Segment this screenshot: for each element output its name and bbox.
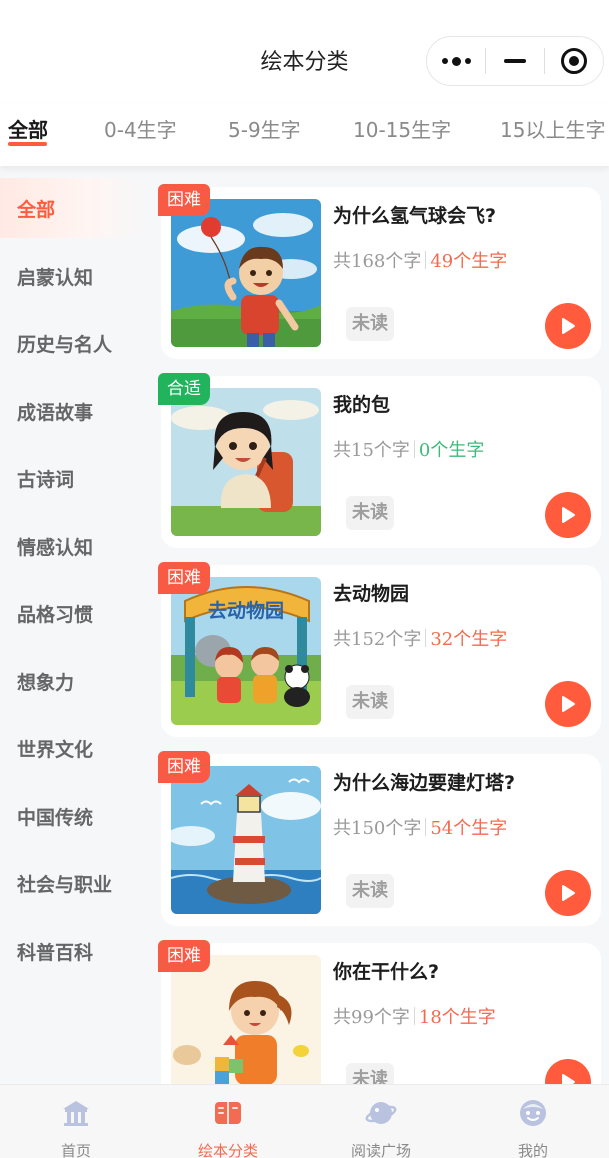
nav-home-label: 首页	[60, 1142, 91, 1158]
nav-book-category-label: 绘本分类	[197, 1142, 258, 1158]
tab-5-9[interactable]: 5-9生字	[228, 114, 301, 143]
play-icon	[562, 507, 575, 523]
book-title: 你在干什么?	[333, 961, 440, 983]
tab-0-4[interactable]: 0-4生字	[104, 114, 177, 143]
total-chars: 共168个字	[333, 251, 422, 272]
play-icon	[562, 696, 575, 712]
new-words-count: 18个生字	[418, 1007, 496, 1028]
total-chars: 共150个字	[333, 818, 422, 839]
word-stats: 共152个字 32个生字	[333, 625, 507, 651]
sidebar-item-society[interactable]: 社会与职业	[0, 853, 148, 913]
filter-tabs: 全部 0-4生字 5-9生字 10-15生字 15以上生字	[0, 104, 609, 166]
total-chars: 共152个字	[333, 629, 422, 650]
read-status-badge: 未读	[346, 685, 394, 719]
book-card[interactable]: 去动物园 困难 去动物园 共152个字 32个生字 未读	[158, 562, 601, 737]
sidebar-item-enlightenment[interactable]: 启蒙认知	[0, 246, 148, 306]
close-target-icon	[561, 48, 587, 74]
minimize-icon	[504, 59, 526, 63]
nav-profile[interactable]: 我的	[457, 1085, 609, 1158]
nav-home[interactable]: 首页	[0, 1085, 152, 1158]
difficulty-badge: 困难	[158, 940, 210, 972]
book-card[interactable]: 合适 我的包 共15个字 0个生字 未读	[158, 373, 601, 548]
book-cover: 去动物园	[171, 577, 321, 725]
new-words-count: 0个生字	[418, 440, 485, 461]
word-stats: 共15个字 0个生字	[333, 436, 484, 462]
face-icon	[520, 1100, 546, 1126]
book-cover	[171, 955, 321, 1084]
book-card[interactable]: 困难 为什么氢气球会飞? 共168个字 49个生字 未读	[158, 184, 601, 359]
book-cover	[171, 766, 321, 914]
play-icon	[562, 1074, 575, 1084]
close-button[interactable]	[545, 37, 603, 85]
stats-divider	[413, 1007, 415, 1025]
word-stats: 共168个字 49个生字	[333, 247, 507, 273]
book-list: 困难 为什么氢气球会飞? 共168个字 49个生字 未读 合适 我的包 共15个…	[148, 166, 609, 1084]
navigation-bar: 绘本分类	[0, 0, 609, 104]
category-sidebar: 全部 启蒙认知 历史与名人 成语故事 古诗词 情感认知 品格习惯 想象力 世界文…	[0, 166, 148, 1084]
nav-profile-label: 我的	[517, 1142, 548, 1158]
nav-reading-square-label: 阅读广场	[350, 1142, 411, 1158]
read-status-badge: 未读	[346, 1063, 394, 1084]
book-card[interactable]: 困难 你在干什么? 共99个字 18个生字 未读	[158, 940, 601, 1084]
bottom-tab-bar: 首页 绘本分类 阅读广场 我的	[0, 1084, 609, 1158]
sidebar-item-chinese-tradition[interactable]: 中国传统	[0, 786, 148, 846]
zoo-sign-text: 去动物园	[208, 599, 284, 622]
sidebar-item-imagination[interactable]: 想象力	[0, 651, 148, 711]
read-status-badge: 未读	[346, 874, 394, 908]
play-button[interactable]	[545, 870, 591, 916]
book-title: 为什么氢气球会飞?	[333, 205, 497, 227]
book-cover	[171, 199, 321, 347]
read-status-badge: 未读	[346, 496, 394, 530]
nav-book-category[interactable]: 绘本分类	[152, 1085, 304, 1158]
tab-15-plus[interactable]: 15以上生字	[500, 114, 605, 143]
mini-program-capsule	[426, 36, 604, 86]
total-chars: 共99个字	[333, 1007, 410, 1028]
play-icon	[562, 885, 575, 901]
stats-divider	[413, 440, 415, 458]
new-words-count: 49个生字	[430, 251, 508, 272]
book-title: 为什么海边要建灯塔?	[333, 772, 516, 794]
sidebar-item-poetry[interactable]: 古诗词	[0, 448, 148, 508]
book-title: 我的包	[333, 394, 391, 416]
planet-icon	[365, 1102, 397, 1124]
nav-reading-square[interactable]: 阅读广场	[305, 1085, 457, 1158]
difficulty-badge: 合适	[158, 373, 210, 405]
book-icon	[215, 1102, 241, 1124]
sidebar-item-idioms[interactable]: 成语故事	[0, 381, 148, 441]
book-card[interactable]: 困难 为什么海边要建灯塔? 共150个字 54个生字 未读	[158, 751, 601, 926]
active-tab-indicator	[8, 142, 47, 146]
more-dots-icon	[441, 56, 471, 66]
sidebar-item-history[interactable]: 历史与名人	[0, 313, 148, 373]
sidebar-item-character[interactable]: 品格习惯	[0, 583, 148, 643]
stats-divider	[425, 629, 427, 647]
more-button[interactable]	[427, 37, 485, 85]
new-words-count: 32个生字	[430, 629, 508, 650]
difficulty-badge: 困难	[158, 184, 210, 216]
sidebar-item-science[interactable]: 科普百科	[0, 921, 148, 981]
tab-10-15[interactable]: 10-15生字	[353, 114, 451, 143]
play-icon	[562, 318, 575, 334]
difficulty-badge: 困难	[158, 562, 210, 594]
sidebar-item-emotion[interactable]: 情感认知	[0, 516, 148, 576]
home-icon	[63, 1101, 89, 1126]
minimize-button[interactable]	[486, 37, 544, 85]
play-button[interactable]	[545, 303, 591, 349]
play-button[interactable]	[545, 1059, 591, 1084]
new-words-count: 54个生字	[430, 818, 508, 839]
book-cover	[171, 388, 321, 536]
sidebar-item-all[interactable]: 全部	[0, 178, 148, 238]
play-button[interactable]	[545, 492, 591, 538]
word-stats: 共150个字 54个生字	[333, 814, 507, 840]
sidebar-item-world-culture[interactable]: 世界文化	[0, 718, 148, 778]
stats-divider	[425, 818, 427, 836]
total-chars: 共15个字	[333, 440, 410, 461]
difficulty-badge: 困难	[158, 751, 210, 783]
read-status-badge: 未读	[346, 307, 394, 341]
word-stats: 共99个字 18个生字	[333, 1003, 496, 1029]
play-button[interactable]	[545, 681, 591, 727]
book-title: 去动物园	[333, 583, 410, 605]
tab-all[interactable]: 全部	[8, 114, 48, 143]
stats-divider	[425, 251, 427, 269]
